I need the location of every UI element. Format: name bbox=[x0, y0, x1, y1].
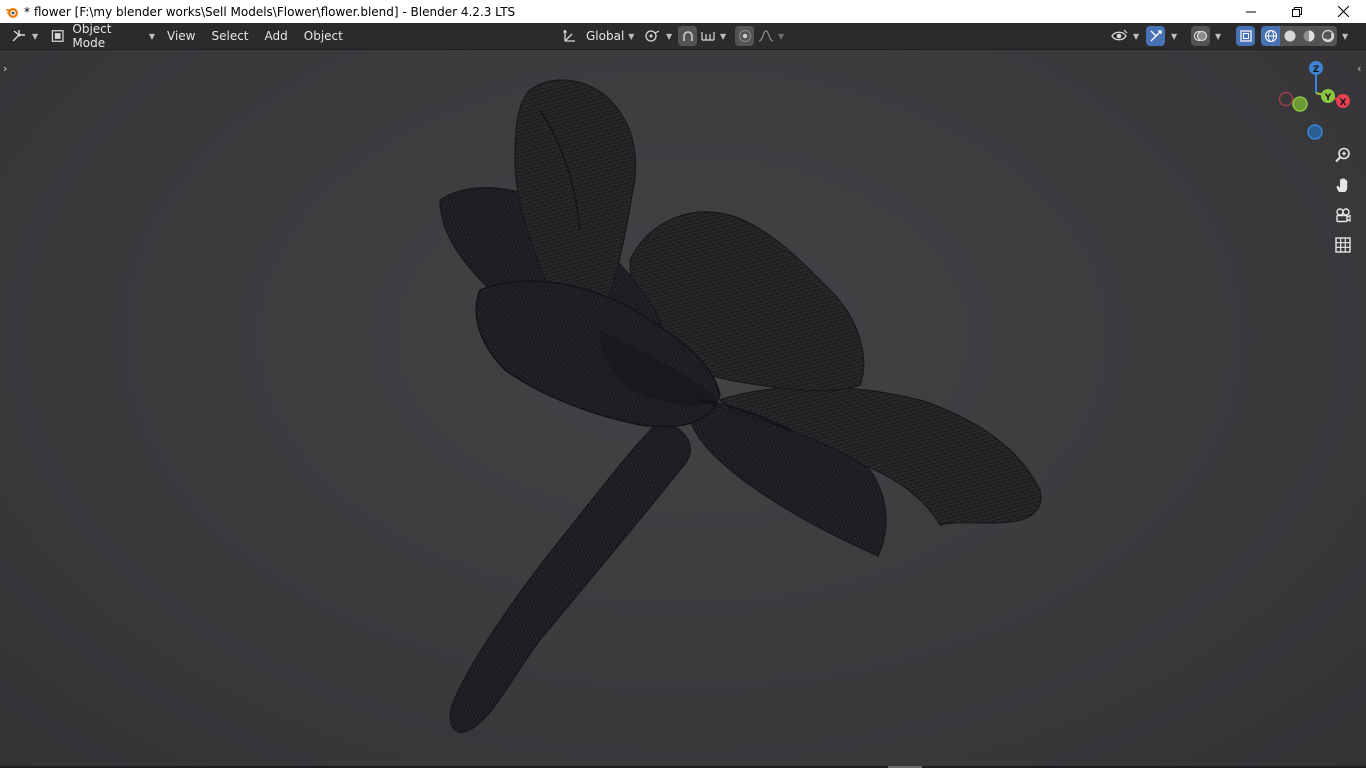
object-mode-icon bbox=[51, 30, 64, 42]
visibility-icon bbox=[1111, 29, 1128, 41]
editor-type-icon bbox=[12, 30, 25, 42]
pivot-point-button[interactable]: ▼ bbox=[644, 26, 672, 46]
overlay-toggle-group bbox=[1191, 26, 1210, 46]
menu-add[interactable]: Add bbox=[259, 26, 294, 46]
close-button[interactable] bbox=[1320, 0, 1366, 23]
pan-hand-icon bbox=[1336, 178, 1348, 192]
proportional-editing-group bbox=[735, 26, 754, 46]
menu-object[interactable]: Object bbox=[298, 26, 349, 46]
snap-toggle[interactable] bbox=[678, 26, 697, 46]
object-mode-dropdown[interactable]: Object Mode ▼ bbox=[47, 22, 159, 50]
xray-icon bbox=[1239, 30, 1252, 42]
sidebar-expand-arrow[interactable]: ‹ bbox=[1357, 62, 1361, 75]
transform-orientation-icon bbox=[563, 29, 575, 42]
visibility-button[interactable]: ▼ bbox=[1111, 26, 1139, 46]
restore-button[interactable] bbox=[1274, 0, 1320, 23]
close-icon bbox=[1337, 6, 1349, 17]
transform-orientation-label: Global bbox=[586, 29, 625, 43]
overlay-dropdown[interactable]: ▼ bbox=[1211, 26, 1221, 46]
falloff-button[interactable]: ▼ bbox=[758, 26, 784, 46]
menu-select[interactable]: Select bbox=[205, 26, 254, 46]
solid-shading-button[interactable] bbox=[1280, 26, 1299, 46]
gizmo-dropdown[interactable]: ▼ bbox=[1167, 26, 1177, 46]
material-shading-button[interactable] bbox=[1299, 26, 1318, 46]
z-axis-label: Z bbox=[1313, 65, 1320, 75]
camera-view-icon bbox=[1336, 208, 1351, 223]
editor-type-button[interactable]: ▼ bbox=[10, 26, 38, 46]
menu-view[interactable]: View bbox=[161, 26, 201, 46]
shading-dropdown[interactable]: ▼ bbox=[1338, 26, 1348, 46]
minimize-button[interactable] bbox=[1228, 0, 1274, 23]
viewport-header: ▼ Object Mode ▼ View Select Add Object G… bbox=[0, 22, 1366, 50]
y-axis-label: Y bbox=[1324, 93, 1332, 103]
3d-viewport[interactable]: › ‹ Z Y X bbox=[0, 50, 1366, 766]
wireframe-shading-button[interactable] bbox=[1261, 26, 1280, 46]
xray-toggle[interactable] bbox=[1236, 26, 1255, 46]
proportional-editing-icon bbox=[738, 30, 751, 42]
minimize-icon bbox=[1246, 11, 1256, 12]
overlay-toggle[interactable] bbox=[1191, 26, 1210, 46]
camera-view-button[interactable] bbox=[1330, 202, 1356, 228]
window-titlebar: * flower [F:\my blender works\Sell Model… bbox=[0, 0, 1366, 23]
ortho-grid-icon bbox=[1335, 237, 1351, 253]
ortho-toggle-button[interactable] bbox=[1330, 232, 1356, 258]
transform-orientation-dropdown[interactable]: Global ▼ bbox=[558, 26, 642, 46]
flower-mesh-wireframe[interactable] bbox=[0, 50, 1366, 766]
pivot-point-icon bbox=[645, 30, 660, 42]
negative-y-axis-ball[interactable] bbox=[1292, 96, 1308, 112]
restore-icon bbox=[1292, 6, 1302, 17]
shading-mode-group bbox=[1261, 26, 1337, 46]
solid-shading-icon bbox=[1284, 30, 1295, 42]
x-axis-label: X bbox=[1340, 98, 1347, 108]
gizmo-icon bbox=[1150, 30, 1162, 42]
zoom-icon bbox=[1335, 147, 1350, 163]
snap-toggle-group bbox=[678, 26, 697, 46]
snap-increment-icon bbox=[701, 32, 715, 41]
navigation-gizmo[interactable]: Z Y X bbox=[1276, 58, 1356, 140]
wireframe-shading-icon bbox=[1264, 29, 1277, 43]
proportional-editing-toggle[interactable] bbox=[735, 26, 754, 46]
pan-button[interactable] bbox=[1330, 172, 1356, 198]
blender-logo-icon bbox=[4, 4, 20, 20]
window-title: * flower [F:\my blender works\Sell Model… bbox=[24, 4, 516, 19]
negative-x-axis-ball[interactable] bbox=[1278, 91, 1294, 107]
negative-z-axis-ball[interactable] bbox=[1307, 124, 1323, 140]
zoom-button[interactable] bbox=[1330, 142, 1356, 168]
toolbar-expand-arrow[interactable]: › bbox=[3, 62, 7, 75]
material-shading-icon bbox=[1303, 30, 1314, 42]
gizmo-toggle[interactable] bbox=[1146, 26, 1165, 46]
xray-toggle-group bbox=[1236, 26, 1255, 46]
object-mode-label: Object Mode bbox=[72, 22, 112, 50]
snap-increment-button[interactable]: ▼ bbox=[700, 26, 726, 46]
header-menus: View Select Add Object bbox=[161, 26, 349, 46]
falloff-icon bbox=[758, 30, 774, 42]
rendered-shading-button[interactable] bbox=[1318, 26, 1337, 46]
gizmo-toggle-group bbox=[1146, 26, 1165, 46]
rendered-shading-icon bbox=[1321, 29, 1334, 43]
overlay-icon bbox=[1193, 30, 1208, 42]
snap-icon bbox=[682, 31, 693, 41]
